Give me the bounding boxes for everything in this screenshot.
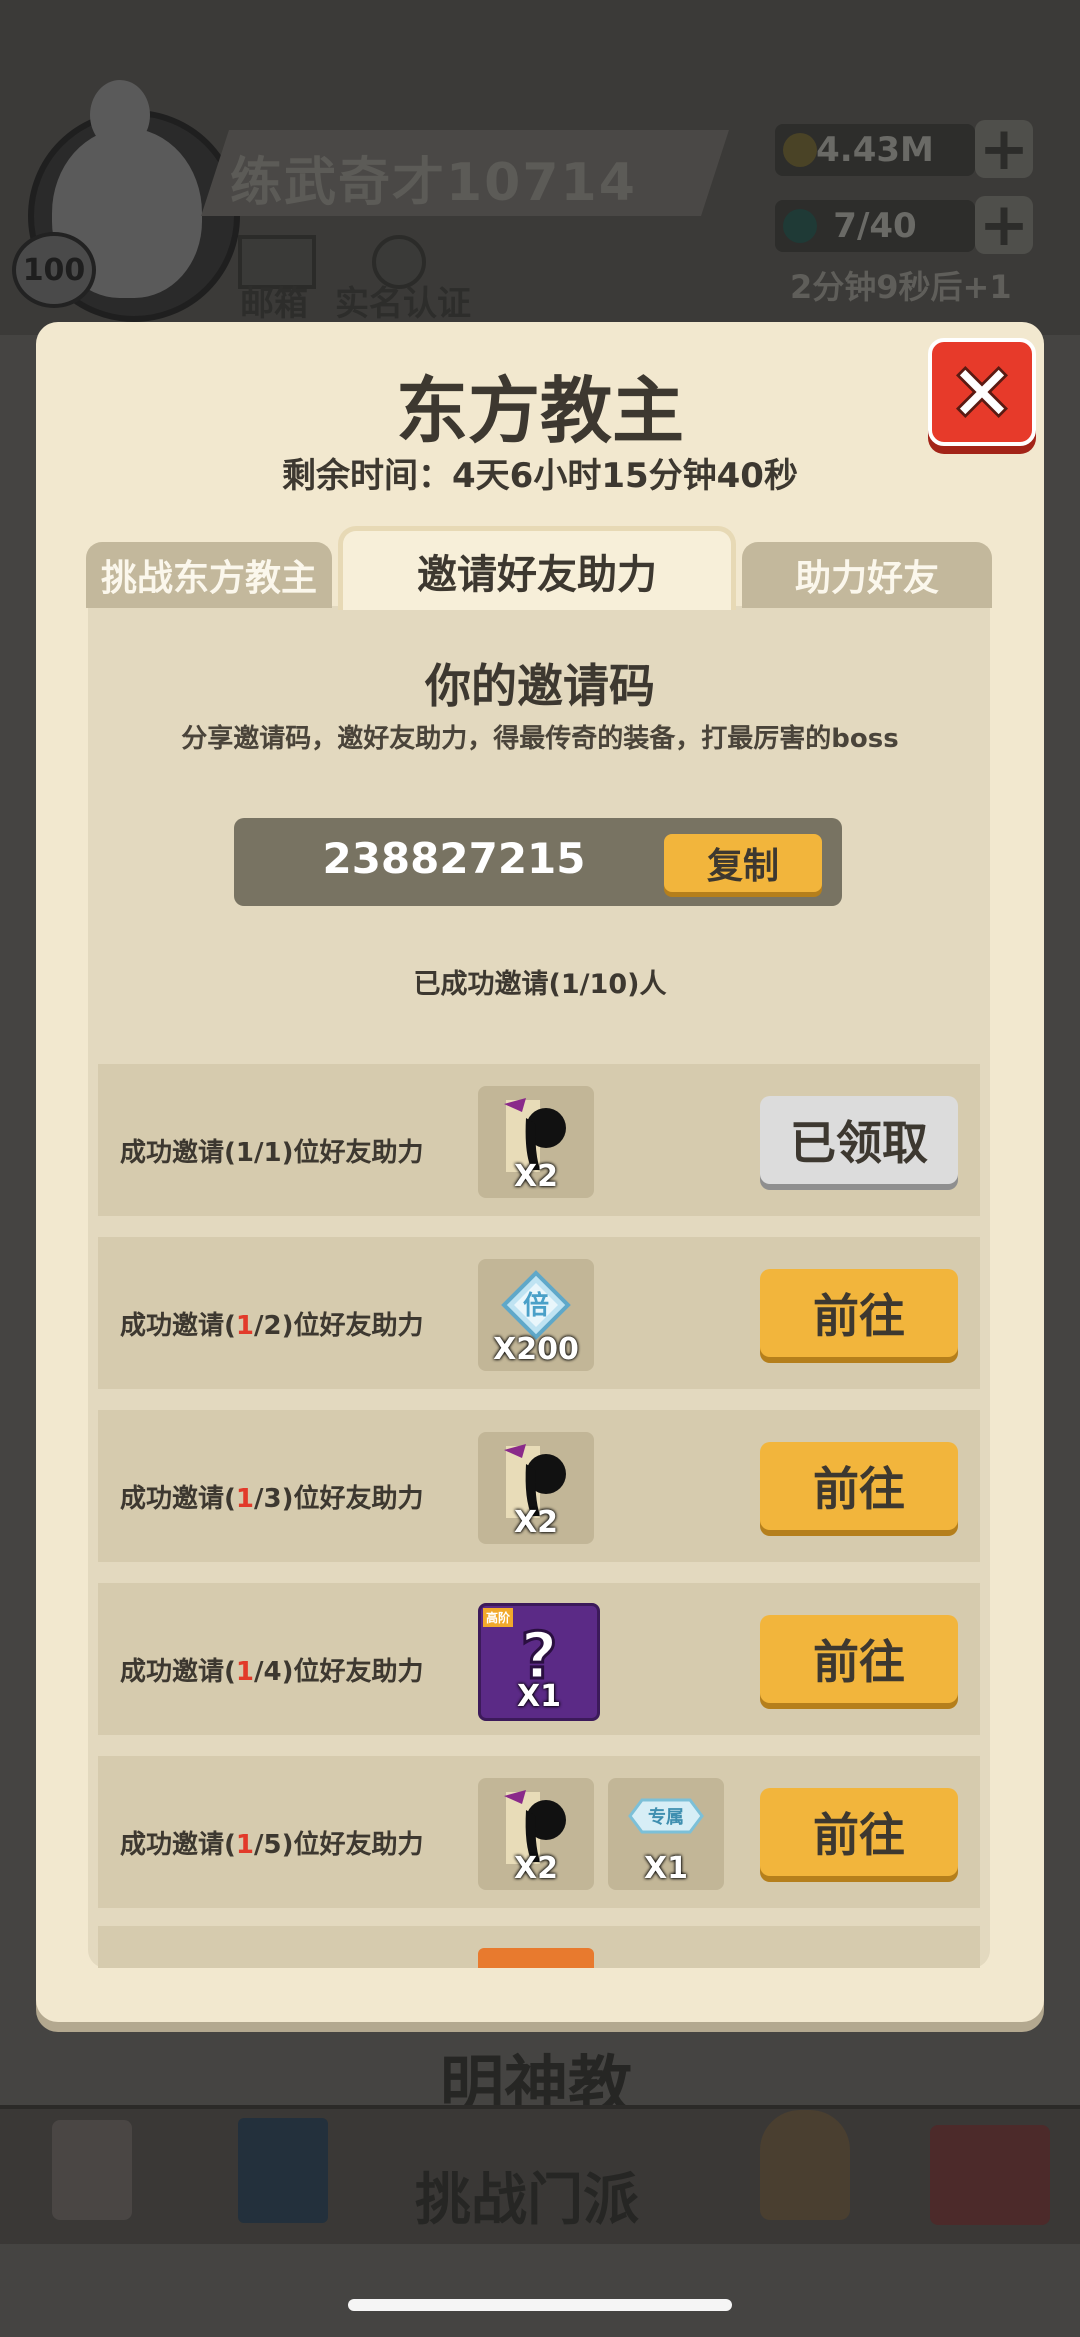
reward-item-partial: [478, 1948, 594, 1968]
tab-help-friends[interactable]: 助力好友: [742, 542, 992, 608]
reward-quantity: X2: [513, 1505, 558, 1540]
tab-challenge-boss[interactable]: 挑战东方教主: [86, 542, 332, 608]
invited-count: 已成功邀请(1/10)人: [413, 969, 667, 1000]
gold-coin-icon: [783, 133, 817, 167]
reward-item[interactable]: X2: [478, 1086, 594, 1198]
level-badge: 100: [12, 232, 96, 308]
add-gold-button[interactable]: +: [975, 119, 1033, 179]
row-label: 成功邀请(1/1)位好友助力: [120, 1138, 424, 1168]
go-button[interactable]: 前往: [760, 1442, 958, 1530]
reward-item[interactable]: X2: [478, 1778, 594, 1890]
reward-item[interactable]: 高阶 ? X1: [478, 1603, 600, 1721]
svg-text:专属: 专属: [648, 1806, 684, 1828]
nav-challenge-sect[interactable]: 挑战门派: [415, 2155, 639, 2236]
add-energy-button[interactable]: +: [975, 195, 1033, 255]
realname-label: 实名认证: [335, 284, 471, 324]
reward-quantity: X1: [643, 1851, 688, 1886]
tab-invite-friends[interactable]: 邀请好友助力: [338, 526, 736, 610]
reward-item[interactable]: X2: [478, 1432, 594, 1544]
copy-button[interactable]: 复制: [664, 834, 822, 892]
cultivation-book-icon[interactable]: [238, 2118, 328, 2223]
reward-quantity: X1: [516, 1679, 561, 1714]
row-label: 成功邀请(1/4)位好友助力: [120, 1657, 424, 1687]
energy-timer: 2分钟9秒后+1: [790, 268, 1012, 306]
row-label: 成功邀请(1/2)位好友助力: [120, 1311, 424, 1341]
go-button[interactable]: 前往: [760, 1269, 958, 1357]
reward-item[interactable]: 专属 X1: [608, 1778, 724, 1890]
reward-quantity: X2: [513, 1159, 558, 1194]
remaining-time: 剩余时间：4天6小时15分钟40秒: [282, 456, 798, 496]
home-indicator: [348, 2299, 732, 2311]
reward-quantity: X2: [513, 1851, 558, 1886]
reward-item[interactable]: 倍 X200: [478, 1259, 594, 1371]
go-button[interactable]: 前往: [760, 1788, 958, 1876]
task-scroll-icon[interactable]: [52, 2120, 132, 2220]
player-name: 练武奇才10714: [230, 153, 637, 213]
svg-text:倍: 倍: [523, 1290, 549, 1321]
go-button[interactable]: 前往: [760, 1615, 958, 1703]
energy-drop-icon: [783, 209, 817, 243]
close-icon: [955, 365, 1009, 419]
claimed-button[interactable]: 已领取: [760, 1096, 958, 1184]
helmet-icon[interactable]: [760, 2110, 850, 2220]
close-button[interactable]: [928, 338, 1036, 446]
invite-code: 238827215: [322, 834, 586, 883]
mail-label: 邮箱: [240, 284, 308, 324]
reward-quantity: X200: [493, 1332, 579, 1367]
invite-description: 分享邀请码，邀好友助力，得最传奇的装备，打最厉害的boss: [181, 724, 899, 754]
row-label: 成功邀请(1/5)位好友助力: [120, 1830, 424, 1860]
shop-icon[interactable]: [930, 2125, 1050, 2225]
row-label: 成功邀请(1/3)位好友助力: [120, 1484, 424, 1514]
modal-title: 东方教主: [395, 369, 684, 453]
invite-heading: 你的邀请码: [425, 659, 655, 713]
